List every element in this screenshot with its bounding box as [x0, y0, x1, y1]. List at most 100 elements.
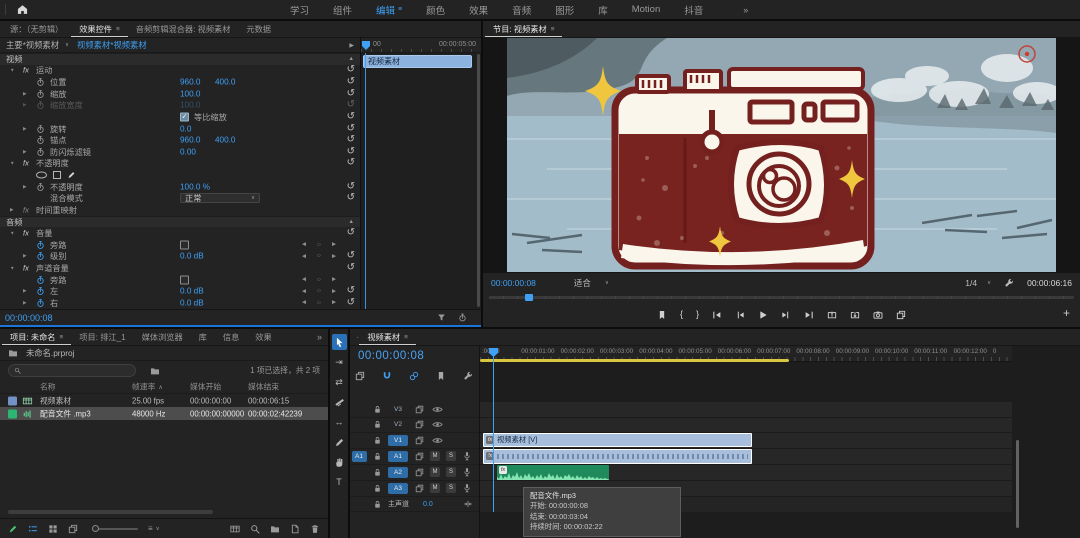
- twirl-icon[interactable]: ▼: [10, 231, 15, 236]
- add-keyframe-icon[interactable]: ○: [317, 288, 321, 295]
- pen-tool[interactable]: [332, 432, 347, 452]
- menu-overflow-button[interactable]: »: [743, 5, 748, 15]
- sync-lock-icon[interactable]: [415, 420, 424, 429]
- find-icon[interactable]: [250, 524, 260, 534]
- master-clip-label[interactable]: 主要*视频素材: [6, 39, 59, 51]
- freeform-view-icon[interactable]: [68, 524, 78, 534]
- property-value[interactable]: 0.0 dB: [180, 252, 204, 261]
- track-target-V1[interactable]: V1: [388, 435, 408, 446]
- mute-button[interactable]: M: [430, 483, 440, 493]
- tab-元数据[interactable]: 元数据: [238, 21, 279, 38]
- work-area-bar[interactable]: [480, 359, 789, 362]
- tab-媒体浏览器[interactable]: 媒体浏览器: [134, 329, 191, 346]
- type-tool[interactable]: T: [332, 472, 347, 492]
- razor-tool[interactable]: [332, 392, 347, 412]
- search-input[interactable]: [8, 364, 136, 377]
- toggle-animation-icon[interactable]: [36, 101, 45, 110]
- checkbox[interactable]: [180, 275, 189, 284]
- reset-icon[interactable]: ↺: [347, 298, 355, 308]
- tab-信息[interactable]: 信息: [215, 329, 247, 346]
- toggle-animation-icon[interactable]: [36, 89, 45, 98]
- menu-item-抖音[interactable]: 抖音: [684, 3, 703, 17]
- tab-效果[interactable]: 效果: [247, 329, 279, 346]
- sequence-clip-label[interactable]: 视频素材*视频素材: [77, 39, 147, 51]
- checkbox[interactable]: [180, 240, 189, 249]
- menu-item-音频[interactable]: 音频: [512, 3, 531, 17]
- master-volume-value[interactable]: 0.0: [423, 501, 433, 508]
- reset-icon[interactable]: ↺: [347, 89, 355, 99]
- reset-icon[interactable]: ↺: [347, 112, 355, 122]
- reset-icon[interactable]: ↺: [347, 65, 355, 75]
- checkbox[interactable]: ✓: [180, 112, 189, 121]
- toggle-animation-icon[interactable]: [36, 252, 45, 261]
- new-item-icon[interactable]: [290, 524, 300, 534]
- source-patch-A1[interactable]: A1: [352, 451, 367, 462]
- lift-button[interactable]: [827, 310, 837, 320]
- twirl-icon[interactable]: ▼: [10, 266, 15, 271]
- property-value[interactable]: 400.0: [215, 78, 236, 87]
- twirl-icon[interactable]: ▶: [23, 184, 27, 190]
- toggle-animation-icon[interactable]: [36, 182, 45, 191]
- label-chip[interactable]: [8, 409, 17, 418]
- property-value[interactable]: 0.0 dB: [180, 298, 204, 307]
- tab-效果控件[interactable]: 效果控件≡: [71, 21, 128, 38]
- clear-icon[interactable]: [310, 524, 320, 534]
- project-item-配音文件 .mp3[interactable]: 配音文件 .mp348000 Hz00:00:00:0000000:00:02:…: [0, 407, 328, 420]
- twirl-icon[interactable]: ▶: [23, 288, 27, 294]
- add-keyframe-icon[interactable]: ○: [317, 299, 321, 306]
- vertical-scrollbar[interactable]: [1016, 440, 1019, 528]
- track-lock-icon[interactable]: [373, 405, 382, 414]
- add-keyframe-icon[interactable]: ○: [317, 253, 321, 260]
- prev-keyframe-icon[interactable]: ◀: [302, 253, 306, 259]
- toggle-animation-icon[interactable]: [36, 136, 45, 145]
- prev-keyframe-icon[interactable]: ◀: [302, 300, 306, 306]
- step-forward-button[interactable]: [781, 310, 791, 320]
- tab-program[interactable]: 节目: 视频素材 ≡: [485, 21, 562, 38]
- go-to-out-button[interactable]: [804, 310, 814, 320]
- sync-lock-icon[interactable]: [415, 484, 424, 493]
- go-to-in-button[interactable]: [712, 310, 722, 320]
- collapse-section-icon[interactable]: ▲: [349, 56, 354, 62]
- add-keyframe-icon[interactable]: ○: [317, 241, 321, 248]
- tab-项目: 未命名[interactable]: 项目: 未命名≡: [2, 329, 71, 346]
- button-editor-plus[interactable]: +: [1063, 306, 1070, 320]
- reset-icon[interactable]: ↺: [347, 135, 355, 145]
- project-item-视频素材[interactable]: 视频素材25.00 fps00:00:00:0000:00:06:15: [0, 394, 328, 407]
- mini-clip-bar[interactable]: 视频素材: [363, 55, 472, 68]
- reset-icon[interactable]: ↺: [347, 263, 355, 273]
- menu-item-库[interactable]: 库: [598, 3, 608, 17]
- twirl-icon[interactable]: ▶: [23, 300, 27, 306]
- sync-lock-icon[interactable]: [415, 452, 424, 461]
- effect-controls-timecode[interactable]: 00:00:00:08: [5, 313, 53, 323]
- reset-icon[interactable]: ↺: [347, 124, 355, 134]
- next-keyframe-icon[interactable]: ▶: [332, 253, 336, 259]
- comparison-view-button[interactable]: [896, 310, 906, 320]
- slip-tool[interactable]: ↔: [332, 412, 347, 432]
- property-value[interactable]: 0.00: [180, 147, 196, 156]
- program-scrubber[interactable]: [483, 293, 1080, 302]
- scrubber-playhead[interactable]: [525, 294, 533, 301]
- sort-icon[interactable]: ≡ ∨: [148, 524, 160, 533]
- voiceover-record-icon[interactable]: [462, 467, 472, 477]
- project-tabs-overflow[interactable]: »: [317, 332, 322, 342]
- toggle-animation-icon[interactable]: [36, 124, 45, 133]
- prev-keyframe-icon[interactable]: ◀: [302, 242, 306, 248]
- reset-icon[interactable]: ↺: [347, 251, 355, 261]
- ripple-edit-tool[interactable]: ⇄: [332, 372, 347, 392]
- clip-voiceover[interactable]: fx: [497, 465, 609, 480]
- column-header-名称[interactable]: 名称: [40, 382, 56, 393]
- property-value[interactable]: 960.0: [180, 78, 201, 87]
- play-button[interactable]: [758, 310, 768, 320]
- solo-button[interactable]: S: [446, 467, 456, 477]
- property-value[interactable]: 0.0: [180, 124, 191, 133]
- track-lock-icon[interactable]: [373, 436, 382, 445]
- twirl-icon[interactable]: ▼: [10, 68, 15, 73]
- playback-resolution-select[interactable]: 1/4 ∨: [965, 278, 991, 288]
- list-view-icon[interactable]: [28, 524, 38, 534]
- reset-icon[interactable]: ↺: [347, 147, 355, 157]
- property-value[interactable]: 0.0 dB: [180, 287, 204, 296]
- voiceover-record-icon[interactable]: [462, 451, 472, 461]
- prev-keyframe-icon[interactable]: ◀: [302, 288, 306, 294]
- track-target-V3[interactable]: V3: [388, 404, 408, 415]
- label-chip[interactable]: [8, 396, 17, 405]
